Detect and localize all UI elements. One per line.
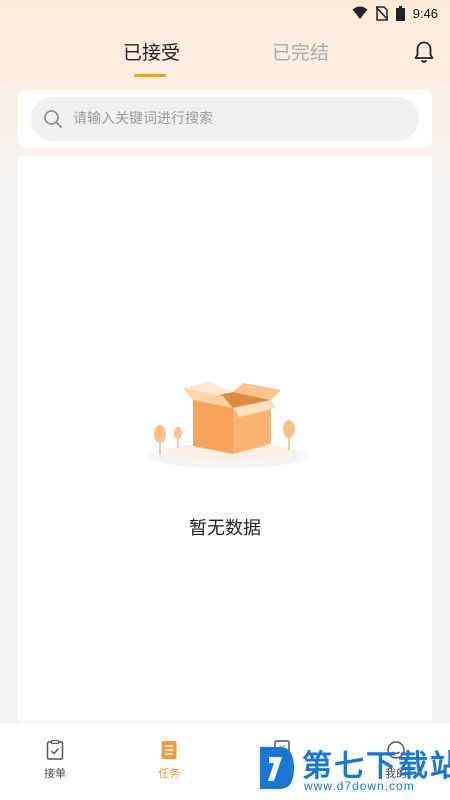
- bell-icon[interactable]: [412, 40, 436, 64]
- tab-bar: 已接受 已完结: [0, 32, 450, 78]
- tab-finished[interactable]: 已完结: [272, 38, 329, 65]
- nav-label-orders: 接单: [44, 767, 66, 780]
- empty-state-text: 暂无数据: [189, 518, 261, 539]
- task-list-area: 暂无数据: [18, 156, 432, 726]
- task-list-icon: [161, 741, 177, 759]
- watermark-url: www.d7down.com: [304, 779, 415, 793]
- d7-logo-icon: [260, 747, 294, 789]
- no-sim-icon: [375, 5, 388, 21]
- status-bar: 9:46: [0, 0, 450, 26]
- nav-item-tasks[interactable]: 任务: [139, 739, 199, 781]
- status-time: 9:46: [412, 5, 438, 21]
- nav-label-tasks: 任务: [158, 767, 180, 780]
- search-bar[interactable]: [31, 97, 419, 141]
- search-input[interactable]: [73, 111, 393, 127]
- wifi-icon: [352, 6, 368, 20]
- watermark: 第七下载站 www.d7down.com: [256, 735, 450, 800]
- search-icon: [44, 110, 62, 128]
- search-card: [18, 90, 432, 148]
- nav-item-orders[interactable]: 接单: [25, 739, 85, 781]
- empty-box-icon: [148, 382, 308, 468]
- tab-accepted[interactable]: 已接受: [123, 38, 180, 65]
- battery-icon: [395, 5, 405, 21]
- active-tab-indicator: [134, 74, 166, 77]
- clipboard-check-icon: [46, 739, 64, 760]
